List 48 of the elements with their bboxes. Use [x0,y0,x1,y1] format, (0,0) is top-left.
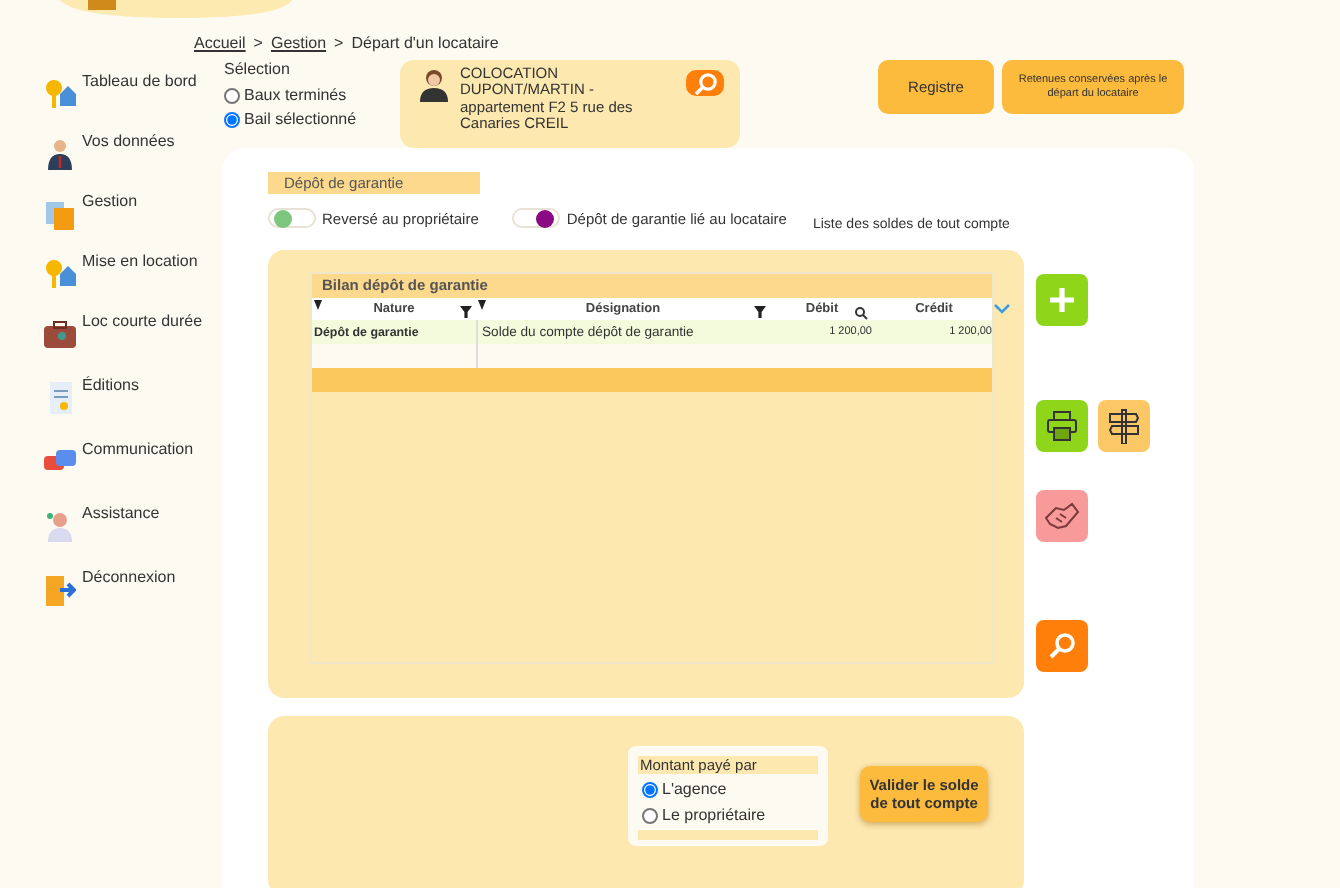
exit-icon[interactable] [44,574,76,606]
search-icon [1048,632,1076,660]
sort-icon[interactable] [314,300,322,310]
radio-label: Le propriétaire [662,806,766,824]
search-icon [691,71,719,95]
print-button[interactable] [1036,400,1088,452]
search-button[interactable] [686,70,724,96]
radio-label: L'agence [662,780,727,798]
breadcrumb-link[interactable]: Accueil [194,34,246,52]
search-icon[interactable] [854,306,868,320]
sidebar-item[interactable]: Déconnexion [82,568,176,586]
breadcrumb-separator: > [334,34,344,52]
sort-icon[interactable] [478,300,486,310]
sidebar-item[interactable]: Communication [82,440,194,458]
sidebar-item[interactable]: Gestion [82,192,138,210]
document-icon[interactable] [44,382,76,414]
selection-label: Sélection [224,60,292,78]
radio-label: Bail sélectionné [244,110,357,128]
breadcrumb-separator: > [253,34,263,52]
signpost-icon [1108,408,1140,444]
radio-button[interactable] [642,781,658,797]
signpost-button[interactable] [1098,400,1150,452]
support-agent-icon[interactable] [44,510,76,542]
key-house-icon[interactable] [44,258,76,290]
radio-label: Baux terminés [244,86,347,104]
breadcrumb-link[interactable]: Gestion [270,34,327,52]
search-button[interactable] [1036,620,1088,672]
breadcrumb-current: Départ d'un locataire [351,34,499,52]
suitcase-icon[interactable] [44,318,76,350]
toggle-switch[interactable] [268,208,316,228]
radio-button[interactable] [224,87,240,103]
sidebar-item[interactable]: Loc courte durée [82,312,203,330]
handshake-button[interactable] [1036,490,1088,542]
sidebar-item[interactable]: Éditions [82,376,139,394]
radio-button[interactable] [224,111,240,127]
sidebar-item[interactable]: Vos données [82,132,175,150]
plus-icon [1048,286,1076,314]
sidebar-item[interactable]: Assistance [82,504,160,522]
sidebar-item[interactable]: Mise en location [82,252,198,270]
printer-icon [1046,410,1078,442]
toggle-switch[interactable] [512,208,561,228]
sidebar-item[interactable]: Tableau de bord [82,72,197,90]
avatar-icon [420,68,448,102]
chevron-down-icon[interactable] [994,304,1010,314]
person-icon[interactable] [44,138,76,170]
radio-button[interactable] [642,807,658,823]
key-house-icon[interactable] [44,78,76,110]
handshake-icon [1044,500,1080,532]
